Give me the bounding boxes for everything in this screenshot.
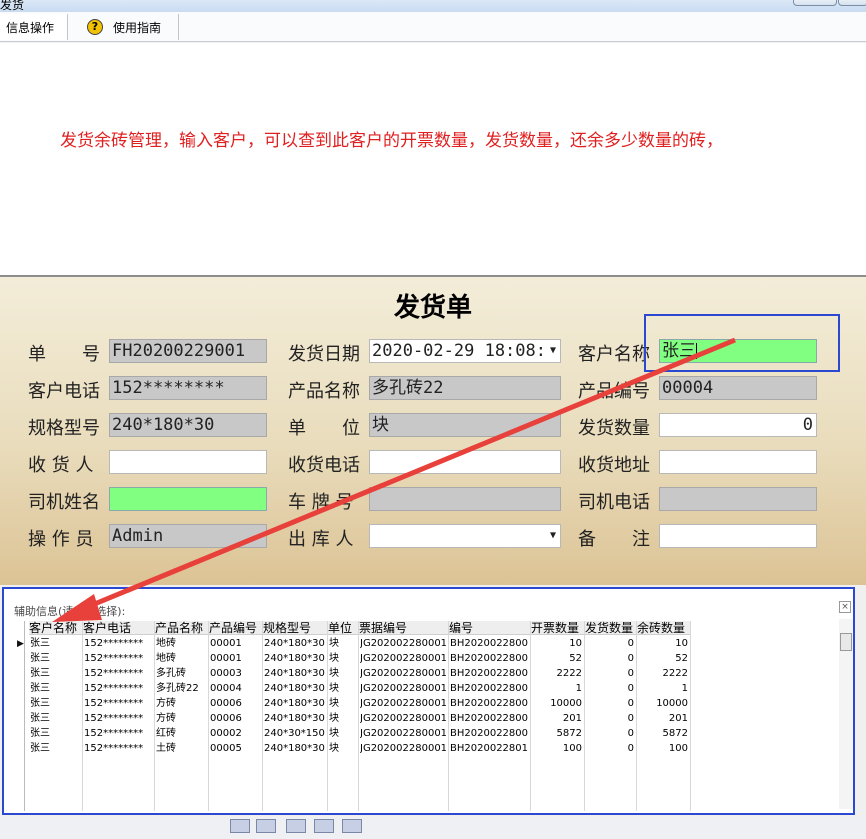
arrow-shaft bbox=[79, 337, 736, 613]
toolbar-icon[interactable] bbox=[256, 819, 276, 833]
toolbar-icon[interactable] bbox=[286, 819, 306, 833]
annotation-arrow bbox=[52, 337, 736, 622]
arrow-head bbox=[52, 594, 102, 622]
toolbar-icon[interactable] bbox=[342, 819, 362, 833]
toolbar-icon[interactable] bbox=[314, 819, 334, 833]
bottom-toolbar bbox=[0, 817, 866, 839]
toolbar-icon[interactable] bbox=[230, 819, 250, 833]
